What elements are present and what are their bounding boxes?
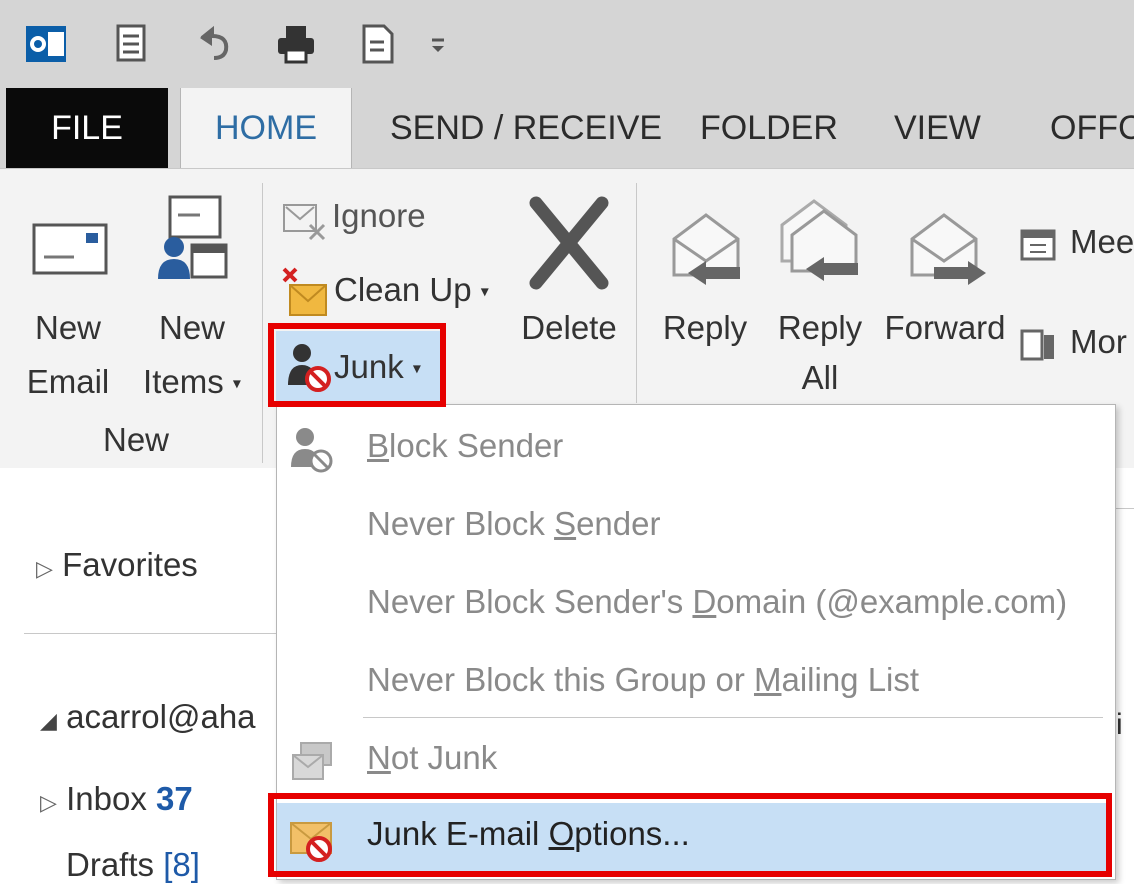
reply-label: Reply	[662, 309, 748, 346]
ignore-icon	[283, 204, 326, 241]
expand-triangle-icon: ▷	[36, 556, 53, 581]
never-block-domain-label: Never Block Sender's Domain (@example.co…	[367, 583, 1068, 620]
quick-access-toolbar	[0, 0, 1134, 88]
dropdown-arrow-icon: ▾	[480, 283, 489, 301]
meeting-calendar-icon	[1020, 229, 1056, 261]
tab-office[interactable]: OFFC	[1050, 88, 1134, 168]
collapse-triangle-icon: ◢	[40, 708, 57, 733]
nav-divider	[24, 633, 280, 634]
group-label-new: New	[102, 421, 170, 458]
print-icon[interactable]	[274, 22, 318, 66]
customize-toolbar-icon[interactable]	[424, 22, 452, 66]
tab-view[interactable]: VIEW	[894, 88, 981, 168]
new-items-label-1: New	[158, 309, 226, 346]
reading-pane-text-fragment: i	[1116, 708, 1123, 741]
meeting-button[interactable]: Mee	[1018, 217, 1134, 273]
tab-file[interactable]: FILE	[6, 88, 168, 168]
more-respond-button[interactable]: Mor	[1018, 317, 1134, 373]
tab-folder[interactable]: FOLDER	[700, 88, 838, 168]
delete-x-icon	[529, 196, 609, 290]
tab-send-receive[interactable]: SEND / RECEIVE	[390, 88, 662, 168]
reply-envelope-icon	[672, 213, 740, 285]
document-icon[interactable]	[356, 22, 400, 66]
menu-item-not-junk[interactable]: Not Junk	[277, 727, 1115, 797]
junk-dropdown-menu: Block Sender Never Block Sender Never Bl…	[276, 404, 1116, 880]
new-items-label-2: Items ▾	[143, 363, 241, 400]
forward-button[interactable]: Forward	[882, 199, 1008, 399]
forward-envelope-icon	[910, 213, 986, 285]
block-sender-label: Block Sender	[367, 427, 564, 464]
tab-home[interactable]: HOME	[180, 88, 352, 170]
dropdown-arrow-icon: ▾	[232, 375, 241, 393]
not-junk-icon	[292, 742, 332, 780]
new-items-icon	[158, 195, 228, 279]
junk-label: Junk ▾	[334, 348, 421, 385]
inbox-item[interactable]: ▷ Inbox 37	[40, 780, 193, 818]
undo-icon[interactable]	[192, 22, 236, 66]
inbox-unread-count: 37	[156, 780, 193, 817]
menu-separator	[363, 717, 1103, 718]
menu-item-junk-email-options[interactable]: Junk E-mail Options...	[277, 803, 1111, 873]
group-separator	[636, 183, 637, 403]
junk-options-icon	[290, 822, 332, 862]
delete-button[interactable]: Delete	[514, 191, 624, 381]
reply-all-label-2: All	[801, 359, 839, 396]
reply-all-envelope-icon	[780, 199, 858, 281]
junk-block-icon	[288, 344, 331, 392]
more-respond-icon	[1020, 329, 1054, 361]
never-block-sender-label: Never Block Sender	[367, 505, 661, 542]
reading-pane-divider	[1114, 508, 1134, 509]
not-junk-label: Not Junk	[367, 739, 498, 776]
ignore-label: Ignore	[332, 197, 426, 234]
outlook-app-icon[interactable]	[24, 22, 68, 66]
favorites-label: Favorites	[62, 546, 198, 583]
ignore-button[interactable]: Ignore	[280, 191, 450, 247]
clean-up-icon	[282, 267, 327, 316]
junk-email-options-label: Junk E-mail Options...	[367, 815, 690, 852]
send-receive-all-icon[interactable]	[108, 22, 152, 66]
envelope-icon	[32, 223, 108, 275]
junk-button[interactable]: Junk ▾	[276, 331, 440, 405]
forward-label: Forward	[884, 309, 1006, 346]
ribbon-tab-bar: FILE HOME SEND / RECEIVE FOLDER VIEW OFF…	[0, 88, 1134, 170]
reading-pane-edge: i	[1114, 468, 1134, 883]
folder-pane: ▷ Favorites ◢ acarrol@aha ▷ Inbox 37 Dra…	[0, 468, 280, 883]
account-item[interactable]: ◢ acarrol@aha	[40, 698, 256, 736]
group-separator	[262, 183, 263, 463]
new-email-button[interactable]: New Email	[20, 199, 116, 419]
reply-all-button[interactable]: Reply All	[770, 189, 870, 409]
reply-button[interactable]: Reply	[660, 199, 750, 399]
menu-item-never-block-domain[interactable]: Never Block Sender's Domain (@example.co…	[277, 571, 1115, 641]
account-label: acarrol@aha	[66, 698, 256, 735]
new-items-button[interactable]: New Items ▾	[132, 195, 252, 419]
favorites-item[interactable]: ▷ Favorites	[36, 546, 198, 584]
drafts-count: [8]	[163, 846, 200, 883]
dropdown-arrow-icon: ▾	[412, 360, 421, 378]
delete-label: Delete	[521, 309, 617, 346]
menu-item-never-block-group[interactable]: Never Block this Group or Mailing List	[277, 649, 1115, 719]
more-respond-label: Mor	[1070, 323, 1127, 360]
drafts-label: Drafts	[66, 846, 155, 883]
clean-up-button[interactable]: Clean Up ▾	[280, 265, 500, 321]
reply-all-label-1: Reply	[777, 309, 863, 346]
menu-item-never-block-sender[interactable]: Never Block Sender	[277, 493, 1115, 563]
inbox-label: Inbox	[66, 780, 147, 817]
block-sender-icon	[291, 428, 333, 473]
menu-item-block-sender[interactable]: Block Sender	[277, 415, 1115, 485]
clean-up-label: Clean Up ▾	[334, 271, 489, 308]
new-email-label-1: New	[34, 309, 102, 346]
new-email-label-2: Email	[26, 363, 110, 400]
never-block-group-label: Never Block this Group or Mailing List	[367, 661, 920, 698]
meeting-label: Mee	[1070, 223, 1134, 260]
expand-triangle-icon: ▷	[40, 790, 57, 815]
drafts-item[interactable]: Drafts [8]	[66, 846, 200, 884]
